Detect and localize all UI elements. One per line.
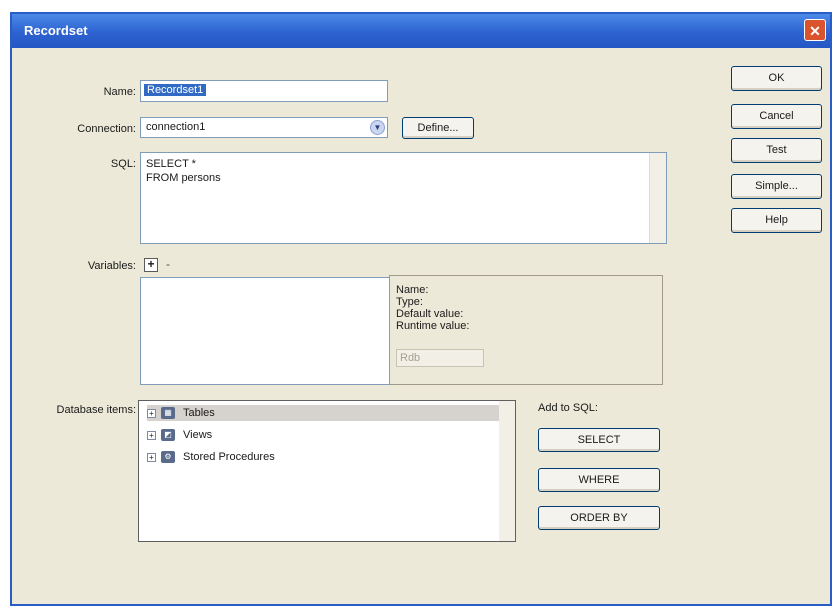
procedure-icon: ⚙	[161, 451, 175, 464]
remove-variable-button[interactable]: -	[166, 257, 170, 271]
help-button[interactable]: Help	[731, 208, 822, 233]
view-icon: ◩	[161, 429, 175, 442]
connection-label: Connection:	[77, 123, 136, 135]
add-to-sql-label: Add to SQL:	[538, 402, 598, 414]
variable-details-panel: Name: Type: Default value: Runtime value…	[389, 275, 663, 385]
cancel-button[interactable]: Cancel	[731, 104, 822, 129]
sql-text: SELECT * FROM persons	[146, 158, 221, 184]
title-bar[interactable]: Recordset ✕	[12, 14, 830, 48]
name-input-value: Recordset1	[144, 84, 207, 96]
add-variable-button[interactable]: +	[144, 258, 158, 272]
tree-item-label: Tables	[183, 407, 215, 419]
ok-button[interactable]: OK	[731, 66, 822, 91]
close-icon[interactable]: ✕	[804, 19, 826, 41]
table-icon: ▦	[161, 407, 175, 420]
tree-item-views[interactable]: + ◩ Views	[147, 427, 212, 443]
define-button[interactable]: Define...	[402, 117, 474, 139]
variable-default-label: Default value:	[396, 308, 464, 320]
name-label: Name:	[103, 86, 136, 98]
window-title: Recordset	[24, 23, 88, 38]
order-by-button[interactable]: ORDER BY	[538, 506, 660, 530]
database-items-label: Database items:	[56, 404, 136, 416]
variable-name-label: Name:	[396, 284, 429, 296]
expand-icon[interactable]: +	[147, 452, 156, 462]
tree-item-label: Views	[183, 429, 213, 441]
simple-button[interactable]: Simple...	[731, 174, 822, 199]
select-button[interactable]: SELECT	[538, 428, 660, 452]
tree-item-stored-procedures[interactable]: + ⚙ Stored Procedures	[147, 449, 275, 465]
sql-textarea[interactable]: SELECT * FROM persons	[140, 152, 667, 244]
connection-value: connection1	[146, 121, 206, 133]
database-tree-scrollbar[interactable]	[499, 401, 515, 541]
expand-icon[interactable]: +	[147, 408, 156, 418]
variables-list[interactable]	[140, 277, 390, 385]
expand-icon[interactable]: +	[147, 430, 156, 440]
sql-label: SQL:	[110, 158, 136, 170]
test-button[interactable]: Test	[731, 138, 822, 163]
variable-runtime-label: Runtime value:	[396, 320, 470, 332]
chevron-down-icon[interactable]: ▼	[370, 120, 385, 135]
runtime-value-input[interactable]: Rdb	[396, 349, 484, 367]
connection-select[interactable]: connection1 ▼	[140, 117, 388, 138]
sql-scrollbar[interactable]	[649, 153, 666, 243]
where-button[interactable]: WHERE	[538, 468, 660, 492]
database-tree[interactable]: + ▦ Tables + ◩ Views + ⚙ Stored Procedures	[138, 400, 516, 542]
variable-type-label: Type:	[396, 296, 423, 308]
name-input[interactable]: Recordset1	[140, 80, 388, 102]
tree-item-tables[interactable]: + ▦ Tables	[147, 405, 501, 421]
tree-item-label: Stored Procedures	[183, 451, 275, 463]
variables-label: Variables:	[87, 260, 136, 272]
